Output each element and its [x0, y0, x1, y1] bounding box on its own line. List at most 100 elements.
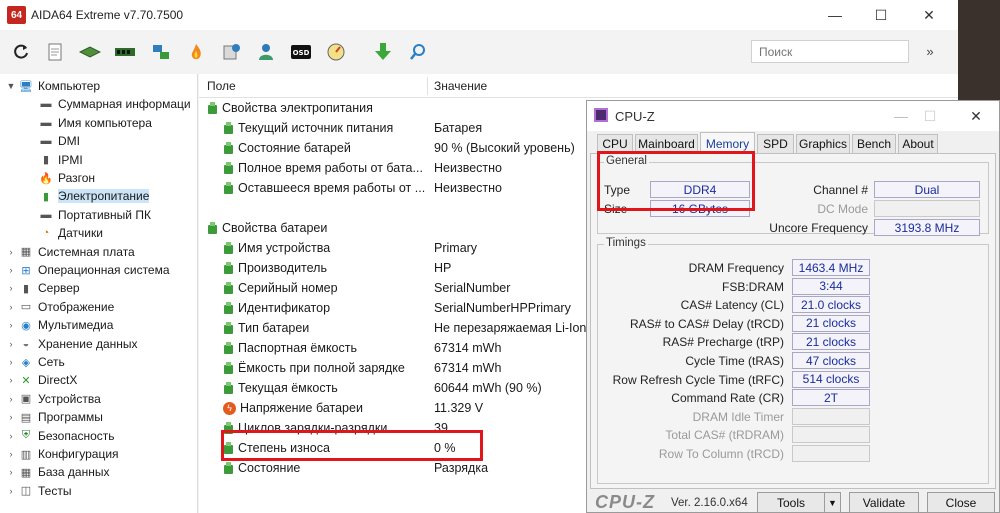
- tree-item[interactable]: ▼ 🖥 Компьютер: [4, 77, 101, 95]
- expander-icon[interactable]: ›: [4, 357, 18, 367]
- tab-spd[interactable]: SPD: [757, 134, 794, 153]
- tree-item-label: Разгон: [58, 171, 96, 185]
- expander-icon[interactable]: ›: [4, 394, 18, 404]
- overclock-icon: 🔥: [39, 172, 53, 185]
- field-cell: Серийный номер: [223, 281, 338, 295]
- tab-graphics[interactable]: Graphics: [796, 134, 850, 153]
- expander-icon[interactable]: ›: [4, 467, 18, 477]
- tree-item[interactable]: ▮ IPMI: [24, 151, 83, 169]
- expander-icon[interactable]: ›: [4, 486, 18, 496]
- value-cell: HP: [434, 261, 452, 275]
- timing-label: CAS# Latency (CL): [680, 298, 784, 313]
- expander-icon[interactable]: ›: [4, 431, 18, 441]
- tree-item[interactable]: › ▣ Устройства: [4, 390, 101, 408]
- expander-icon[interactable]: ›: [4, 412, 18, 422]
- aida64-logo-icon: 64: [7, 6, 26, 24]
- tree-item[interactable]: › ⊞ Операционная система: [4, 261, 170, 279]
- expander-icon[interactable]: ›: [4, 339, 18, 349]
- tree-item-label: Тесты: [38, 483, 72, 498]
- timing-value: 21 clocks: [792, 314, 870, 332]
- tree-item[interactable]: › ▦ База данных: [4, 463, 110, 481]
- tree-item[interactable]: ▬ Суммарная информаци: [24, 95, 191, 113]
- cpuz-close-button[interactable]: ✕: [953, 101, 999, 131]
- refresh-icon[interactable]: [9, 40, 33, 64]
- multimedia-icon: ◉: [21, 319, 31, 332]
- timing-label: Cycle Time (tRAS): [685, 354, 784, 368]
- validate-button[interactable]: Validate: [849, 492, 919, 513]
- tree-item-label: Устройства: [38, 391, 101, 406]
- tree-item[interactable]: 🔥 Разгон: [24, 169, 95, 187]
- close-button[interactable]: ✕: [906, 0, 952, 30]
- tree-item[interactable]: › ✕ DirectX: [4, 371, 78, 389]
- tree-item[interactable]: › ◫ Тесты: [4, 482, 72, 500]
- tree-item-label: Отображение: [38, 299, 115, 314]
- column-header-value[interactable]: Значение: [434, 79, 487, 93]
- maximize-button[interactable]: ☐: [858, 0, 904, 30]
- toolbar-overflow-button[interactable]: »: [920, 40, 940, 63]
- tree-item-label: Компьютер: [38, 79, 101, 93]
- tree-item[interactable]: ▬ Портативный ПК: [24, 206, 151, 224]
- expander-icon[interactable]: ▼: [4, 81, 18, 91]
- close-cpuz-button[interactable]: Close: [927, 492, 995, 513]
- config-icon: ▥: [20, 448, 32, 461]
- network-icon[interactable]: [149, 40, 173, 64]
- tools-button[interactable]: Tools: [757, 492, 825, 513]
- tree-item[interactable]: › ◒ Хранение данных: [4, 335, 138, 353]
- expander-icon[interactable]: ›: [4, 283, 18, 293]
- download-icon[interactable]: [371, 40, 395, 64]
- tree-item[interactable]: ▬ DMI: [24, 132, 81, 150]
- tree-item[interactable]: › ▭ Отображение: [4, 298, 115, 316]
- tree-item[interactable]: ▮ Электропитание: [24, 187, 150, 205]
- tools-dropdown-button[interactable]: ▼: [824, 492, 841, 513]
- cpuz-logo: CPU-Z: [595, 492, 655, 512]
- tree-item[interactable]: › ⛨ Безопасность: [4, 427, 115, 445]
- tree-item[interactable]: › ▦ Системная плата: [4, 243, 135, 261]
- battery-leaf-icon: [223, 301, 234, 315]
- motherboard-icon[interactable]: [78, 40, 102, 64]
- expander-icon[interactable]: ›: [4, 320, 18, 330]
- column-header-field[interactable]: Поле: [207, 79, 236, 93]
- summary-icon: ▬: [40, 98, 52, 111]
- benchmark-icon[interactable]: [219, 40, 243, 64]
- expander-icon[interactable]: ›: [4, 247, 18, 257]
- battery-leaf-icon: [223, 381, 234, 395]
- gauge-icon[interactable]: [324, 40, 348, 64]
- pc-name-icon: ▬: [40, 116, 52, 129]
- aida64-title-bar[interactable]: 64 AIDA64 Extreme v7.70.7500 — ☐ ✕: [0, 0, 958, 30]
- tree-item[interactable]: › ◈ Сеть: [4, 353, 65, 371]
- user-icon[interactable]: [254, 40, 278, 64]
- tree-item[interactable]: › ▮ Сервер: [4, 279, 80, 297]
- timing-label: Row Refresh Cycle Time (tRFC): [612, 372, 784, 387]
- tree-item[interactable]: › ◉ Мультимедиа: [4, 316, 114, 334]
- field-label: Производитель: [238, 261, 327, 275]
- expander-icon[interactable]: ›: [4, 449, 18, 459]
- field-cell: Тип батареи: [223, 321, 309, 335]
- search-icon[interactable]: [406, 40, 430, 64]
- memory-icon[interactable]: [113, 40, 137, 64]
- timing-value: [792, 445, 870, 462]
- storage-icon: ◒: [22, 337, 30, 350]
- expander-icon[interactable]: ›: [4, 302, 18, 312]
- tab-bench[interactable]: Bench: [852, 134, 896, 153]
- tree-item-label: База данных: [38, 465, 110, 480]
- flame-icon[interactable]: [184, 40, 208, 64]
- tree-item[interactable]: ◔ Датчики: [24, 224, 103, 242]
- tree-item[interactable]: ▬ Имя компьютера: [24, 114, 152, 132]
- tab-about[interactable]: About: [898, 134, 938, 153]
- report-icon[interactable]: [43, 40, 67, 64]
- minimize-button[interactable]: —: [812, 0, 858, 30]
- window-title: AIDA64 Extreme v7.70.7500: [31, 8, 184, 22]
- tree-item-label: DirectX: [38, 373, 78, 388]
- expander-icon[interactable]: ›: [4, 265, 18, 275]
- expander-icon[interactable]: ›: [4, 375, 18, 385]
- cpuz-version: Ver. 2.16.0.x64: [671, 497, 748, 509]
- cpuz-title-bar[interactable]: CPU-Z — ☐ ✕: [587, 101, 999, 131]
- tree-item[interactable]: › ▤ Программы: [4, 408, 103, 426]
- tree-item[interactable]: › ▥ Конфигурация: [4, 445, 119, 463]
- cpuz-maximize-button[interactable]: ☐: [907, 101, 953, 131]
- search-input[interactable]: [751, 40, 909, 63]
- laptop-icon: ▬: [40, 208, 52, 221]
- osd-icon[interactable]: OSD: [289, 40, 313, 64]
- dmi-icon: ▬: [40, 135, 52, 148]
- tree-item-label: Электропитание: [58, 189, 150, 204]
